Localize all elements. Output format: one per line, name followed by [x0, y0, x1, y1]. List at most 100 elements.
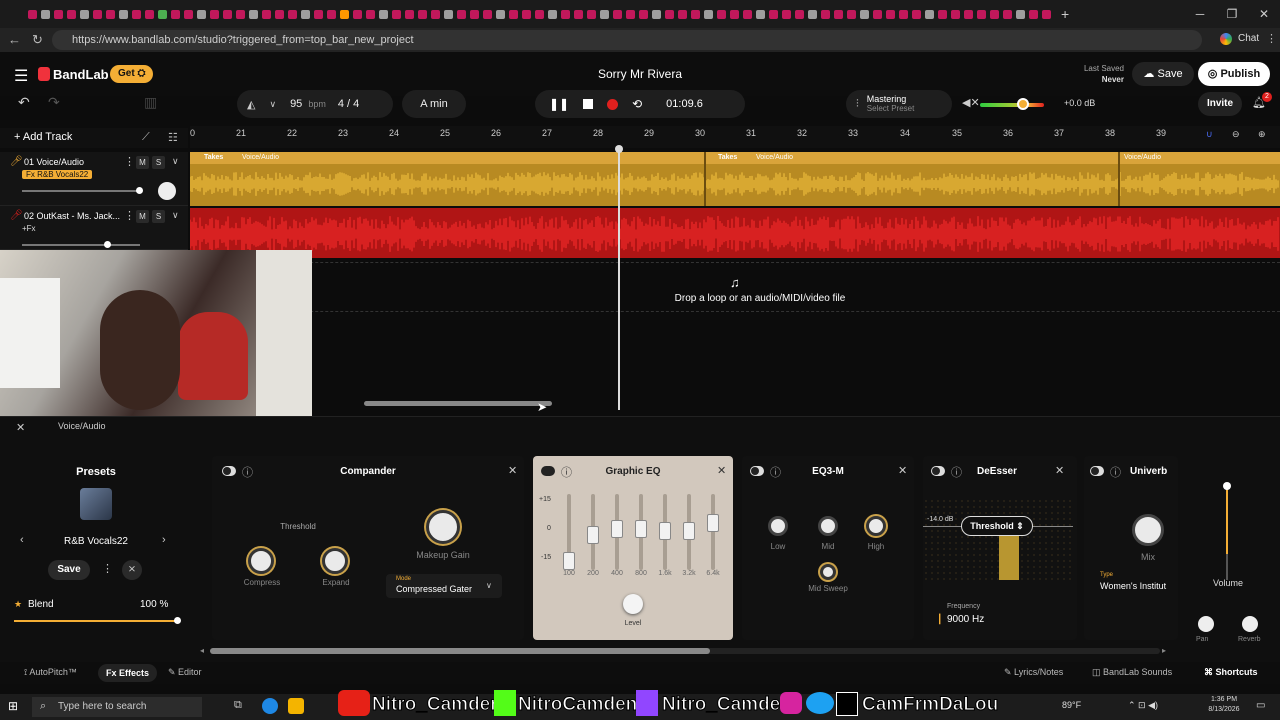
- browser-tab[interactable]: [873, 9, 882, 19]
- blend-slider[interactable]: [14, 620, 178, 622]
- close-icon[interactable]: ✕: [1055, 464, 1064, 477]
- mix-knob[interactable]: [1132, 514, 1164, 546]
- solo-button[interactable]: S: [152, 210, 165, 223]
- back-icon[interactable]: ←: [8, 32, 21, 47]
- browser-tab[interactable]: [158, 9, 167, 19]
- browser-tab[interactable]: [847, 9, 856, 19]
- autopitch-button[interactable]: ⟟ AutoPitch™: [24, 667, 77, 678]
- geq-band-slider[interactable]: [611, 520, 623, 538]
- geq-band-slider[interactable]: [563, 552, 575, 570]
- edge-icon[interactable]: [262, 698, 278, 714]
- info-icon[interactable]: ⓘ: [770, 464, 781, 480]
- browser-tab[interactable]: [496, 9, 505, 19]
- invite-button[interactable]: Invite: [1198, 92, 1242, 116]
- preset-prev-icon[interactable]: ‹: [20, 534, 24, 546]
- expand-knob[interactable]: [322, 548, 348, 574]
- save-button[interactable]: ☁ Save: [1132, 62, 1194, 86]
- record-icon[interactable]: [607, 98, 619, 110]
- compress-knob[interactable]: [248, 548, 274, 574]
- browser-tab[interactable]: [990, 9, 999, 19]
- geq-band-track[interactable]: [711, 494, 715, 570]
- track-menu-icon[interactable]: ⋮: [124, 155, 135, 168]
- browser-tab[interactable]: [262, 9, 271, 19]
- high-knob[interactable]: [866, 516, 886, 536]
- mid-knob[interactable]: [818, 516, 838, 536]
- filter-icon[interactable]: ☷: [168, 131, 178, 144]
- stop-icon[interactable]: [583, 99, 594, 109]
- browser-tab[interactable]: [704, 9, 713, 19]
- pause-icon[interactable]: ❚❚: [549, 97, 569, 111]
- solo-button[interactable]: S: [152, 156, 165, 169]
- chevron-down-icon[interactable]: ∨: [172, 156, 179, 167]
- browser-tab[interactable]: [925, 9, 934, 19]
- browser-tab[interactable]: [106, 9, 115, 19]
- close-icon[interactable]: ✕: [508, 464, 517, 477]
- key-button[interactable]: A min: [402, 90, 466, 118]
- shortcuts-button[interactable]: ⌘ Shortcuts: [1204, 667, 1258, 678]
- master-volume-thumb[interactable]: [1017, 98, 1029, 110]
- tray-icons[interactable]: ⌃ ⊡ ◀): [1128, 700, 1158, 711]
- geq-band-slider[interactable]: [587, 526, 599, 544]
- browser-tab[interactable]: [483, 9, 492, 19]
- browser-tab[interactable]: [639, 9, 648, 19]
- browser-tab[interactable]: [288, 9, 297, 19]
- mid-sweep-knob[interactable]: [820, 564, 836, 580]
- browser-tab[interactable]: [561, 9, 570, 19]
- browser-tab[interactable]: [54, 9, 63, 19]
- chevron-down-icon[interactable]: ∨: [172, 210, 179, 221]
- browser-tab[interactable]: [782, 9, 791, 19]
- hamburger-icon[interactable]: ☰: [14, 66, 28, 86]
- chevron-down-icon[interactable]: ∨: [269, 99, 276, 110]
- new-tab-icon[interactable]: +: [1061, 6, 1069, 22]
- browser-tab[interactable]: [379, 9, 388, 19]
- reverb-knob[interactable]: [1242, 616, 1258, 632]
- browser-tab[interactable]: [314, 9, 323, 19]
- browser-tab[interactable]: [197, 9, 206, 19]
- browser-tab[interactable]: [600, 9, 609, 19]
- clock-date[interactable]: 8/13/2026: [1200, 706, 1248, 713]
- explorer-icon[interactable]: [288, 698, 304, 714]
- eq3m-toggle[interactable]: [750, 466, 764, 476]
- preset-menu-icon[interactable]: ⋮: [102, 562, 113, 575]
- project-title[interactable]: Sorry Mr Rivera: [540, 67, 740, 81]
- browser-tab[interactable]: [509, 9, 518, 19]
- redo-icon[interactable]: ↷: [48, 94, 60, 111]
- browser-tab[interactable]: [353, 9, 362, 19]
- deesser-toggle[interactable]: [931, 466, 945, 476]
- track-pan-knob[interactable]: [158, 182, 176, 200]
- timeline-ruler[interactable]: 0 21 22 23 24 25 26 27 28 29 30 31 32 33…: [190, 126, 1280, 148]
- browser-tab[interactable]: [626, 9, 635, 19]
- browser-tab[interactable]: [119, 9, 128, 19]
- track-volume-slider[interactable]: [22, 190, 140, 192]
- browser-tab[interactable]: [41, 9, 50, 19]
- publish-button[interactable]: ◎ Publish: [1198, 62, 1270, 86]
- close-icon[interactable]: ✕: [898, 464, 907, 477]
- browser-tab[interactable]: [275, 9, 284, 19]
- zoom-in-icon[interactable]: ⊕: [1258, 129, 1266, 140]
- track-fx-chip[interactable]: Fx R&B Vocals22: [22, 170, 93, 179]
- browser-tab[interactable]: [392, 9, 401, 19]
- browser-tab[interactable]: [743, 9, 752, 19]
- browser-tab[interactable]: [522, 9, 531, 19]
- mode-select[interactable]: Mode Compressed Gater ∨: [386, 574, 502, 598]
- windows-start-icon[interactable]: ⊞: [8, 699, 18, 713]
- scroll-left-icon[interactable]: ◂: [200, 646, 204, 655]
- browser-tab[interactable]: [67, 9, 76, 19]
- info-icon[interactable]: ⓘ: [242, 464, 253, 480]
- browser-tab[interactable]: [756, 9, 765, 19]
- sounds-button[interactable]: ◫ BandLab Sounds: [1092, 667, 1172, 678]
- track-header-2[interactable]: 🎤︎ 02 OutKast - Ms. Jack... ⋮ M S ∨ +Fx: [0, 206, 188, 250]
- editor-tab[interactable]: ✎ Editor: [168, 667, 202, 678]
- undo-icon[interactable]: ↶: [18, 94, 30, 111]
- browser-tab[interactable]: [730, 9, 739, 19]
- taskbar-search[interactable]: ⌕ Type here to search: [32, 697, 202, 717]
- info-icon[interactable]: ⓘ: [561, 464, 572, 480]
- browser-tab[interactable]: [665, 9, 674, 19]
- track-header-1[interactable]: 🎤︎ 01 Voice/Audio ⋮ M S ∨ Fx R&B Vocals2…: [0, 152, 188, 206]
- close-icon[interactable]: ✕: [717, 464, 726, 477]
- effects-scrollbar-thumb[interactable]: [210, 648, 710, 654]
- browser-tab[interactable]: [431, 9, 440, 19]
- info-icon[interactable]: ⓘ: [1110, 464, 1121, 480]
- browser-tab[interactable]: [535, 9, 544, 19]
- browser-tab[interactable]: [93, 9, 102, 19]
